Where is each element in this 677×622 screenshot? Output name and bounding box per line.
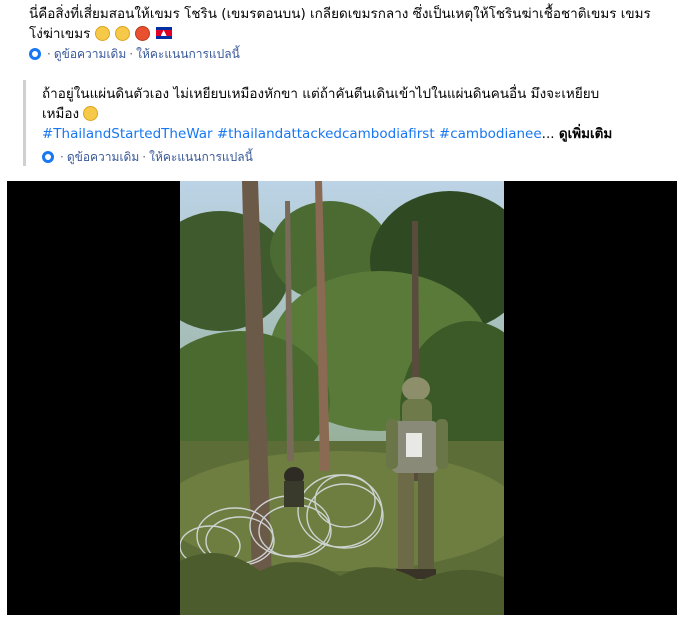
hashtag-link[interactable]: #ThailandStartedTheWar xyxy=(42,126,213,142)
pensive-face-icon xyxy=(115,26,131,41)
quote-bar xyxy=(23,80,26,166)
meta-separator: · xyxy=(142,150,147,164)
see-original-link[interactable]: ดูข้อความเดิม xyxy=(67,148,139,166)
rate-translation-link[interactable]: ให้คะแนนการแปลนี้ xyxy=(149,148,253,166)
meta-separator: · xyxy=(47,47,51,61)
post-body: นี่คือสิ่งที่เสี่ยมสอนให้เขมร โชริน (เขม… xyxy=(29,4,669,44)
quoted-text-line2: เหมือง xyxy=(42,106,80,122)
rate-translation-link[interactable]: ให้คะแนนการแปลนี้ xyxy=(136,45,240,63)
see-original-link[interactable]: ดูข้อความเดิม xyxy=(54,45,126,63)
grinning-face-icon xyxy=(83,106,99,121)
hashtag-link[interactable]: #thailandattackedcambodiafirst xyxy=(217,126,435,142)
translate-gear-icon[interactable] xyxy=(29,48,41,60)
meta-separator: · xyxy=(60,150,64,164)
grimacing-face-icon xyxy=(94,26,110,41)
cambodia-flag-icon xyxy=(155,27,172,39)
meta-separator: · xyxy=(129,47,134,61)
quoted-post-body: ถ้าอยู่ในแผ่นดินตัวเอง ไม่เหยียบเหมืองหั… xyxy=(42,84,652,144)
forest-scene-illustration xyxy=(180,181,504,615)
see-more-link[interactable]: ดูเพิ่มเติม xyxy=(559,126,612,142)
video-frame-image xyxy=(180,181,504,615)
quoted-text-line1: ถ้าอยู่ในแผ่นดินตัวเอง ไม่เหยียบเหมืองหั… xyxy=(42,86,600,102)
translate-gear-icon[interactable] xyxy=(42,151,54,163)
hashtag-link[interactable]: #cambodianee xyxy=(439,126,542,142)
translation-meta-2: · ดูข้อความเดิม · ให้คะแนนการแปลนี้ xyxy=(42,148,253,166)
ellipsis: ... xyxy=(541,126,555,142)
video-player[interactable] xyxy=(7,181,677,615)
post-text-line2: โง่ฆ่าเขมร xyxy=(29,26,91,42)
translation-meta-1: · ดูข้อความเดิม · ให้คะแนนการแปลนี้ xyxy=(29,45,240,63)
post-text-line1: นี่คือสิ่งที่เสี่ยมสอนให้เขมร โชริน (เขม… xyxy=(29,6,651,22)
post-emojis xyxy=(94,24,172,44)
angry-face-icon xyxy=(135,26,151,41)
